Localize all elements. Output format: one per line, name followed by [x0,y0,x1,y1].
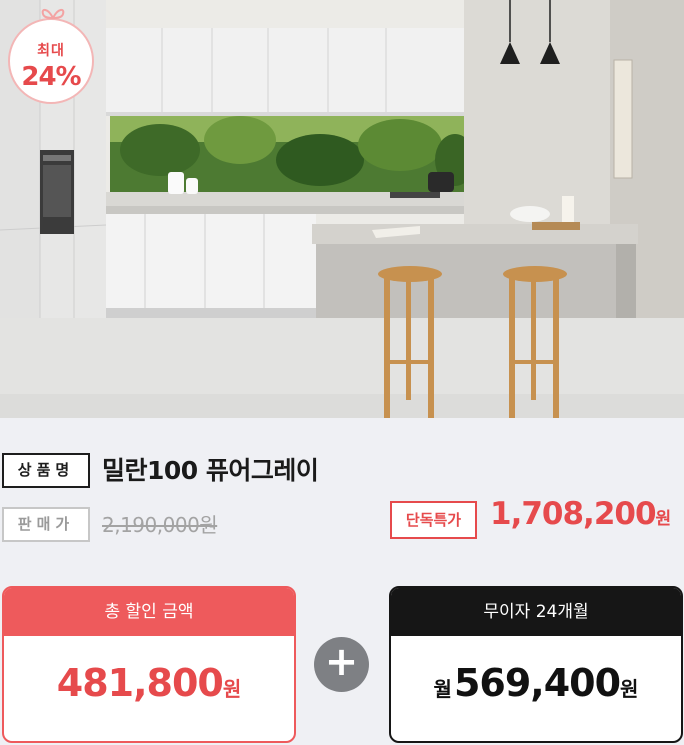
total-discount-amount: 481,800 [56,661,224,705]
installment-title: 무이자 24개월 [391,588,681,636]
product-name-tag: 상품명 [2,453,90,488]
installment-prefix: 월 [433,677,452,701]
price-tag: 판매가 [2,507,90,542]
total-discount-title: 총 할인 금액 [4,588,294,636]
installment-value: 월569,400원 [391,636,681,705]
gift-bow-icon [41,8,65,20]
product-name: 밀란100 퓨어그레이 [102,456,319,485]
installment-amount: 569,400 [453,661,621,705]
original-price: 2,190,000원 [102,513,218,537]
total-discount-unit: 원 [222,677,242,701]
installment-box: 무이자 24개월 월569,400원 [389,586,683,743]
special-price-amount: 1,708,200 [490,496,657,532]
special-price-unit: 원 [655,509,672,529]
total-discount-value: 481,800원 [4,636,294,705]
product-hero-image: 최대 24% [0,0,684,418]
plus-icon: + [314,637,369,692]
special-offer-tag: 단독특가 [390,501,477,539]
discount-rate: 24% [21,62,81,92]
special-price: 1,708,200원 [490,496,671,532]
total-discount-box: 총 할인 금액 481,800원 [2,586,296,743]
installment-unit: 원 [620,677,639,701]
badge-label: 최대 [37,43,65,59]
discount-rate-badge: 최대 24% [8,8,94,104]
